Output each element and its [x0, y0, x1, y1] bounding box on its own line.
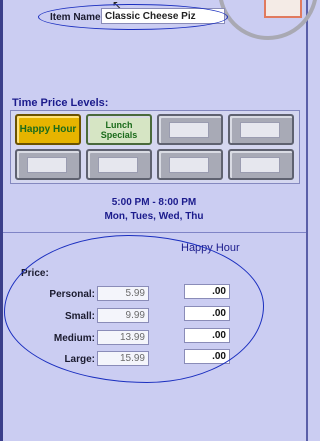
level-button-empty[interactable] — [157, 149, 223, 180]
level-button-placeholder — [27, 157, 67, 173]
annotation-circle-item-name — [38, 4, 228, 30]
level-button-empty[interactable] — [228, 149, 294, 180]
level-button-placeholder — [240, 122, 280, 138]
time-price-levels-title: Time Price Levels: — [12, 97, 109, 109]
level-button-label: Lunch Specials — [100, 120, 138, 140]
days-text: Mon, Tues, Wed, Thu — [104, 211, 204, 222]
price-levels-window: ↖ Item Name: Classic Cheese Piz Time Pri… — [0, 0, 318, 441]
level-button-empty[interactable] — [228, 114, 294, 145]
time-range-text: 5:00 PM - 8:00 PM — [111, 197, 197, 208]
level-button-placeholder — [169, 122, 209, 138]
section-divider — [3, 232, 306, 233]
level-button-lunch-specials[interactable]: Lunch Specials — [86, 114, 152, 145]
time-price-levels-panel: Happy Hour Lunch Specials — [10, 110, 300, 184]
level-button-placeholder — [240, 157, 280, 173]
annotation-circle-price-grid — [4, 235, 264, 383]
level-button-label: Happy Hour — [19, 124, 77, 135]
level-button-happy-hour[interactable]: Happy Hour — [15, 114, 81, 145]
level-button-empty[interactable] — [15, 149, 81, 180]
partial-window-graphic — [264, 0, 302, 18]
level-button-placeholder — [169, 157, 209, 173]
level-button-empty[interactable] — [157, 114, 223, 145]
level-button-placeholder — [98, 157, 138, 173]
level-button-empty[interactable] — [86, 149, 152, 180]
